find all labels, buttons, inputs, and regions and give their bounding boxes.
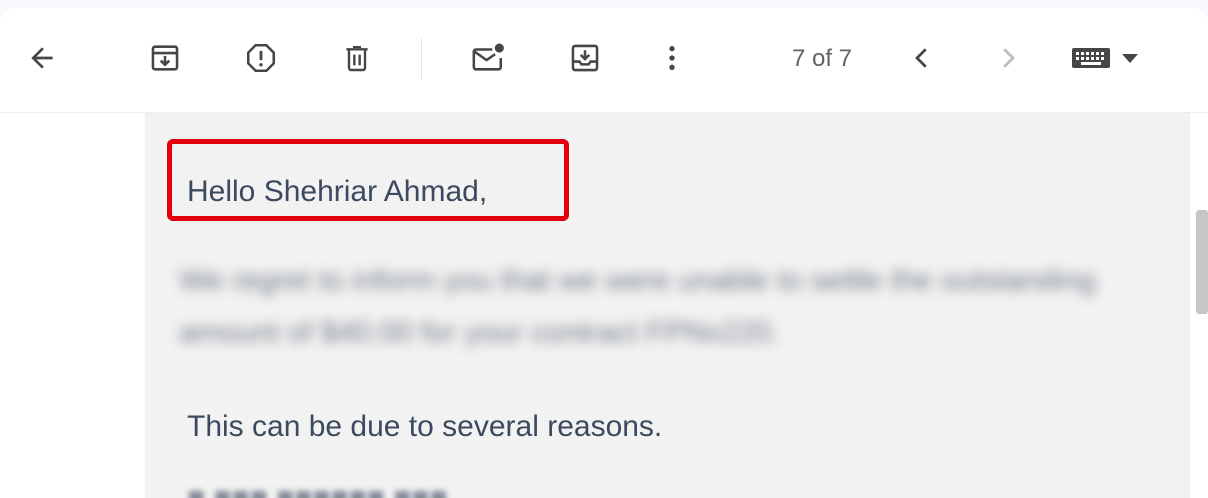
scrollbar-thumb[interactable]: [1196, 210, 1208, 314]
mark-unread-button[interactable]: [464, 34, 512, 82]
report-spam-button[interactable]: [237, 34, 285, 82]
greeting-highlight-box: [167, 139, 569, 221]
newer-button[interactable]: [898, 34, 946, 82]
chevron-right-icon: [1003, 48, 1015, 68]
delete-button[interactable]: [333, 34, 381, 82]
blurred-paragraph: We regret to inform you that we were una…: [179, 255, 1190, 359]
email-reason-line: This can be due to several reasons.: [187, 410, 663, 443]
toolbar-divider: [421, 38, 422, 80]
more-options-button[interactable]: [648, 34, 696, 82]
blurred-line: amount of $40.00 for your contract FPNx2…: [179, 316, 780, 349]
blurred-line: We regret to inform you that we were una…: [179, 264, 1096, 297]
archive-button[interactable]: [141, 34, 189, 82]
arrow-left-icon: [31, 47, 53, 69]
message-counter: 7 of 7: [791, 45, 853, 72]
more-vert-icon: [669, 46, 675, 70]
email-partial-line: ■ ■■■ ■■■■■■ ■■■: [187, 481, 448, 498]
move-to-inbox-icon: [571, 44, 599, 72]
caret-down-icon: [1122, 54, 1138, 63]
move-to-button[interactable]: [561, 34, 609, 82]
back-button[interactable]: [18, 34, 66, 82]
email-body: Hello Shehriar Ahmad, We regret to infor…: [145, 113, 1190, 498]
report-spam-icon: [246, 43, 276, 73]
email-toolbar: 7 of 7: [0, 8, 1208, 113]
archive-icon: [151, 45, 179, 71]
input-tools-button[interactable]: [1062, 34, 1148, 82]
chevron-left-icon: [915, 48, 927, 68]
email-view-panel: 7 of 7 Hello Shehriar Ahmad, We regret t…: [0, 8, 1208, 498]
mark-unread-icon: [472, 43, 504, 71]
keyboard-icon: [1072, 48, 1110, 68]
trash-icon: [346, 46, 368, 72]
older-button[interactable]: [984, 34, 1032, 82]
